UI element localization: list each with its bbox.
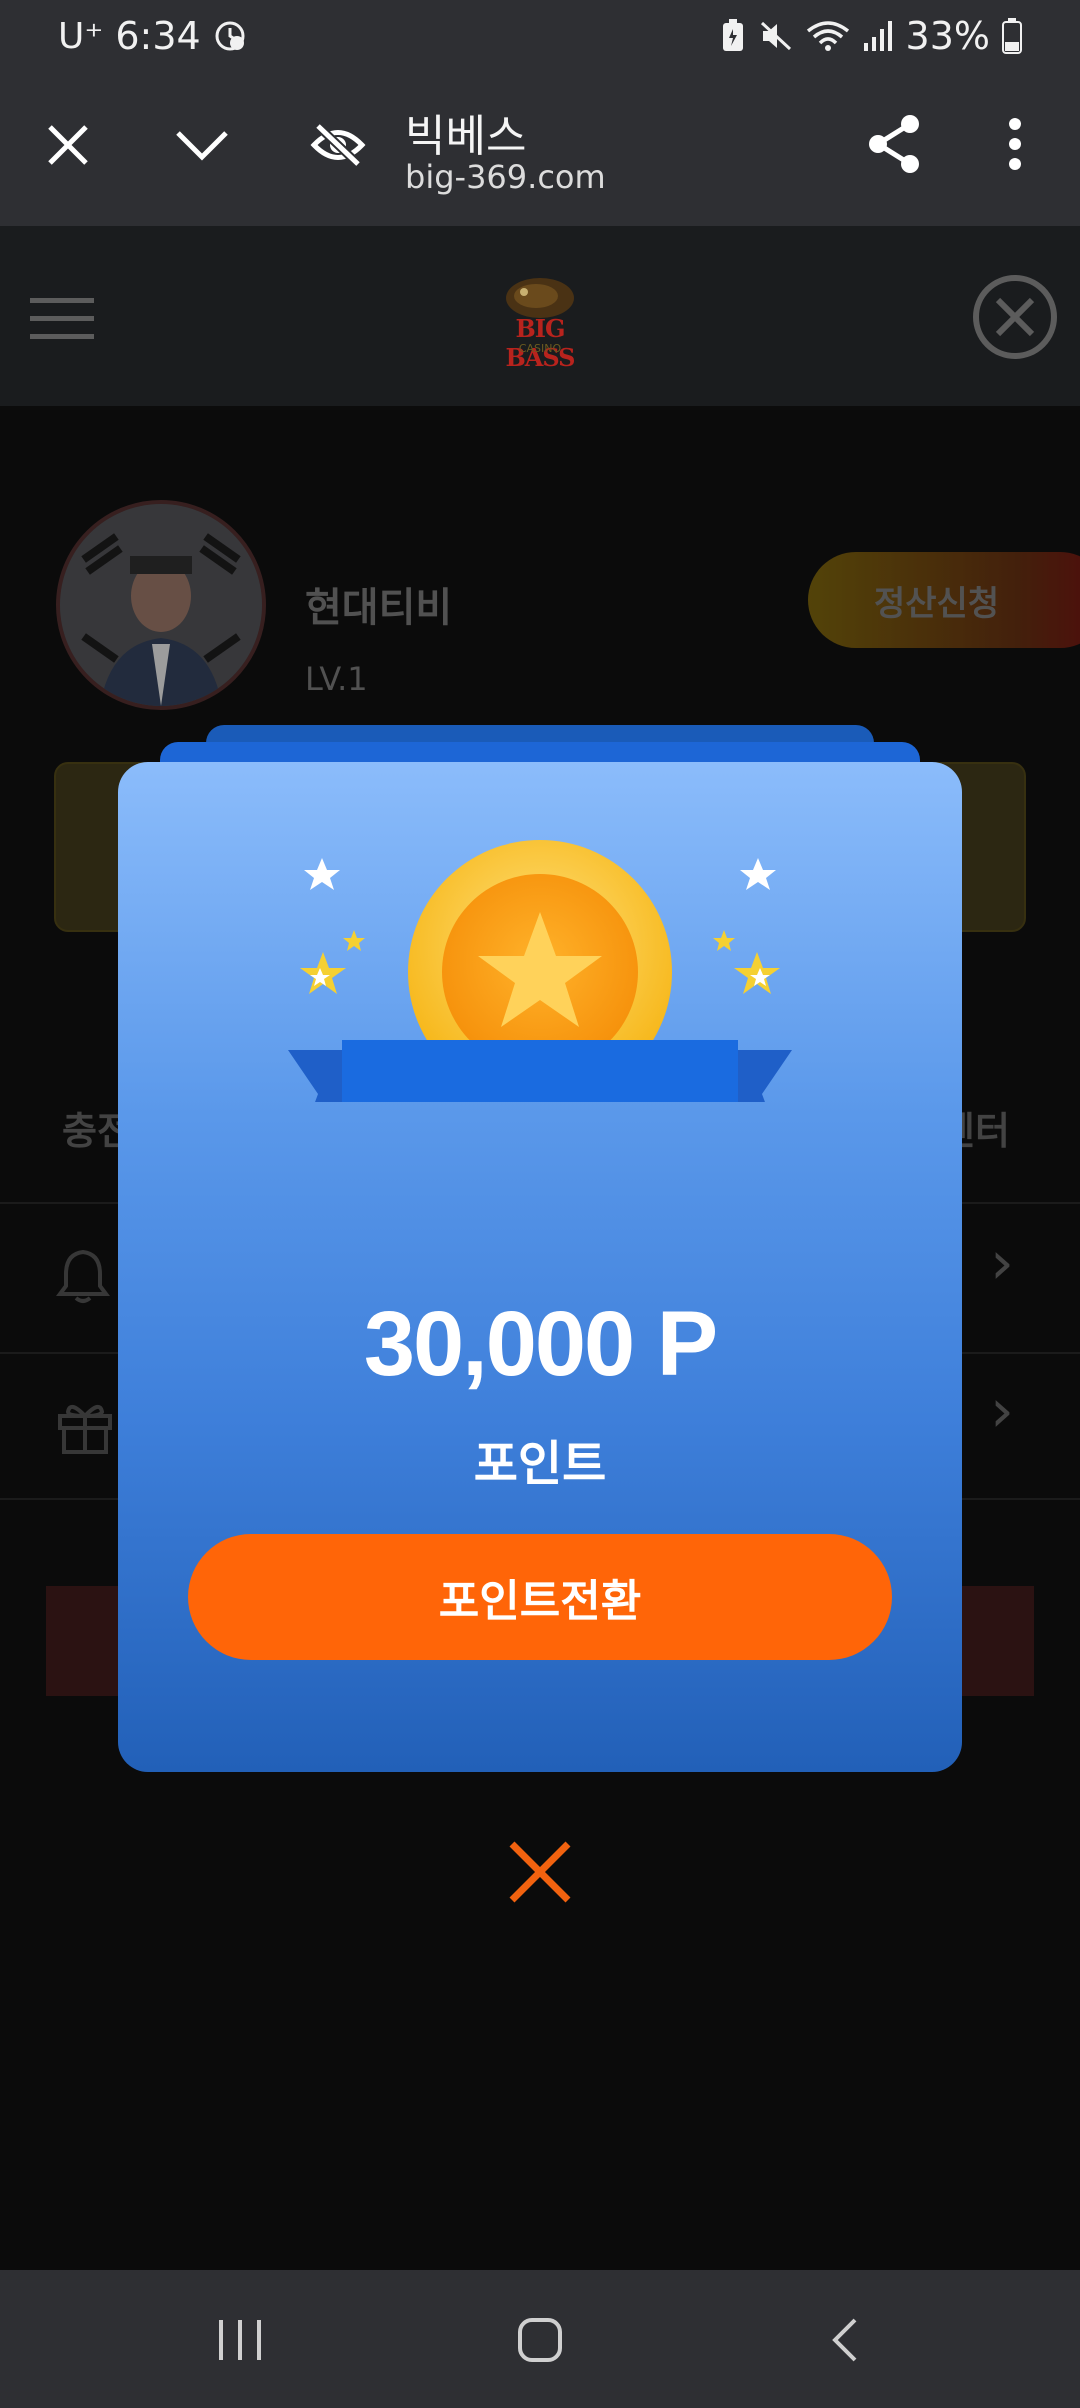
page-title: 빅베스 — [405, 111, 527, 162]
status-bar: U⁺ 6:34 33% — [0, 0, 1080, 72]
battery-saver-icon — [722, 19, 743, 51]
hamburger-menu-button[interactable] — [30, 296, 96, 342]
site-logo[interactable]: BIG BASS CASINO — [480, 266, 600, 372]
share-icon — [869, 115, 919, 173]
home-icon — [518, 2318, 562, 2362]
system-nav-bar — [0, 2270, 1080, 2408]
logo-subtext: CASINO — [518, 342, 562, 355]
wifi-icon — [806, 21, 849, 51]
points-label: 포인트 — [473, 1436, 607, 1492]
more-options-button[interactable] — [990, 112, 1040, 176]
close-tab-button[interactable] — [40, 117, 96, 173]
coin-ribbon-icon — [288, 840, 792, 1102]
browser-toolbar: 빅베스 big-369.com — [0, 72, 1080, 226]
convert-points-button[interactable]: 포인트전환 — [188, 1534, 892, 1660]
chevron-down-icon — [176, 131, 228, 161]
carrier-label: U⁺ — [58, 15, 104, 57]
minimize-button[interactable] — [172, 117, 232, 173]
recent-apps-icon — [219, 2320, 261, 2360]
close-icon — [509, 1841, 571, 1903]
back-icon — [832, 2318, 857, 2362]
recent-apps-button[interactable] — [180, 2300, 300, 2380]
close-circle-icon — [973, 275, 1057, 359]
site-header: BIG BASS CASINO — [0, 226, 1080, 410]
popup-close-button[interactable] — [500, 1832, 580, 1912]
clock: 6:34 — [115, 14, 201, 58]
header-close-button[interactable] — [972, 274, 1058, 360]
signal-icon — [863, 21, 892, 51]
battery-percent: 33% — [905, 14, 990, 58]
back-button[interactable] — [784, 2300, 904, 2380]
data-saver-icon — [215, 21, 245, 51]
eye-off-icon — [310, 122, 366, 168]
points-amount: 30,000 P — [363, 1293, 718, 1395]
share-button[interactable] — [864, 112, 924, 176]
battery-icon — [1002, 18, 1022, 54]
more-vertical-icon — [1009, 118, 1021, 170]
home-button[interactable] — [480, 2300, 600, 2380]
mute-icon — [760, 21, 791, 51]
points-popup: 30,000 P 포인트 포인트전환 — [118, 762, 962, 1772]
url-text[interactable]: big-369.com — [405, 158, 606, 196]
hamburger-icon — [30, 298, 94, 339]
close-icon — [48, 125, 88, 165]
incognito-button[interactable] — [308, 117, 368, 173]
